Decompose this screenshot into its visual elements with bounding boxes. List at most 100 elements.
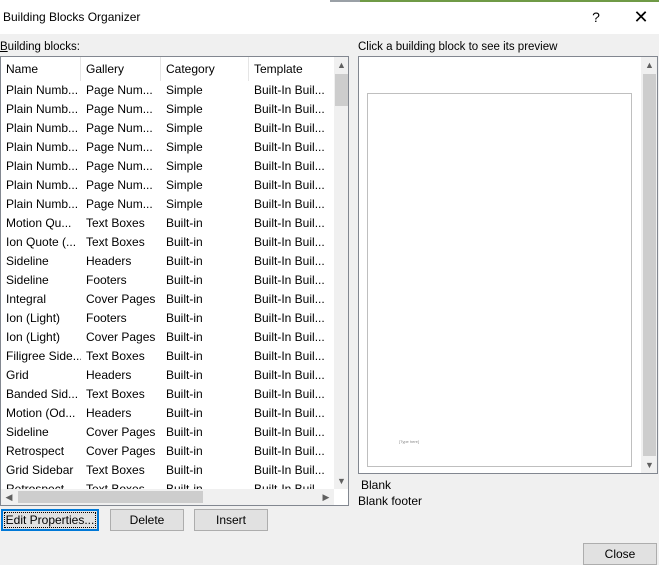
table-row[interactable]: Sideline Footers Built-in Built-In Buil... [1,271,334,290]
preview-vertical-thumb[interactable] [643,74,656,456]
cell-category: Built-in [166,235,203,249]
cell-gallery: Text Boxes [86,482,145,489]
close-icon[interactable]: ✕ [623,6,659,28]
list-horizontal-thumb[interactable] [18,491,203,503]
cell-category: Built-in [166,292,203,306]
cell-gallery: Page Num... [86,159,153,173]
cell-gallery: Cover Pages [86,425,156,439]
cell-name: Plain Numb... [6,197,79,211]
cell-name: Integral [6,292,47,306]
cell-template: Built-In Buil... [254,368,325,382]
building-blocks-list[interactable]: Name Gallery Category Template Plain Num… [0,56,349,506]
chevron-up-icon[interactable]: ▲ [641,57,657,73]
cell-category: Built-in [166,216,203,230]
table-row[interactable]: Plain Numb... Page Num... Simple Built-In B… [1,119,334,138]
cell-category: Simple [166,83,203,97]
cell-name: Plain Numb... [6,140,79,154]
table-row[interactable]: Motion (Od... Headers Built-in Built-In Bui… [1,404,334,423]
cell-category: Built-in [166,311,203,325]
cell-name: Sideline [6,273,49,287]
cell-template: Built-In Buil... [254,406,325,420]
preview-pane: [Type here] ▲ ▼ [358,56,658,474]
table-row[interactable]: Motion Qu... Text Boxes Built-in Built-In B… [1,214,334,233]
chevron-down-icon[interactable]: ▼ [334,473,348,489]
cell-name: Motion Qu... [6,216,72,230]
cell-name: Sideline [6,425,49,439]
cell-template: Built-In Buil... [254,216,325,230]
table-row[interactable]: Retrospect Cover Pages Built-in Built-In Bu… [1,442,334,461]
table-row[interactable]: Retrospect Text Boxes Built-in Built-In Bui… [1,480,334,489]
cell-category: Built-in [166,254,203,268]
table-row[interactable]: Ion (Light) Cover Pages Built-in Built-In B… [1,328,334,347]
cell-name: Grid Sidebar [6,463,74,477]
list-header: Name Gallery Category Template [1,57,334,81]
delete-button[interactable]: Delete [110,509,184,531]
list-vertical-thumb[interactable] [335,74,348,106]
preview-vertical-scrollbar[interactable]: ▲ ▼ [641,57,657,473]
cell-gallery: Text Boxes [86,216,145,230]
list-vertical-scrollbar[interactable]: ▲ ▼ [334,57,348,489]
cell-template: Built-In Buil... [254,444,325,458]
help-button[interactable]: ? [578,6,614,28]
table-row[interactable]: Ion Quote (... Text Boxes Built-in Built-In… [1,233,334,252]
cell-category: Simple [166,121,203,135]
cell-category: Built-in [166,406,203,420]
cell-gallery: Page Num... [86,83,153,97]
cell-template: Built-In Buil... [254,425,325,439]
cell-category: Built-in [166,463,203,477]
table-row[interactable]: Sideline Headers Built-in Built-In Buil... [1,252,334,271]
cell-gallery: Headers [86,406,132,420]
cell-template: Built-In Buil... [254,292,325,306]
cell-gallery: Headers [86,254,132,268]
cell-category: Built-in [166,368,203,382]
list-rows: Plain Numb... Page Num... Simple Built-In B… [1,81,334,489]
chevron-left-icon[interactable]: ◀ [1,489,17,505]
table-row[interactable]: Plain Numb... Page Num... Simple Built-In B… [1,138,334,157]
list-horizontal-scrollbar[interactable]: ◀ ▶ [1,489,334,505]
table-row[interactable]: Plain Numb... Page Num... Simple Built-In B… [1,157,334,176]
chevron-up-icon[interactable]: ▲ [334,57,348,73]
table-row[interactable]: Banded Sid... Text Boxes Built-in Built-In … [1,385,334,404]
edit-properties-button[interactable]: Edit Properties... [1,509,99,531]
cell-template: Built-In Buil... [254,121,325,135]
column-header-template[interactable]: Template [249,57,334,81]
insert-button[interactable]: Insert [194,509,268,531]
preview-footer-placeholder: [Type here] [399,439,420,444]
cell-gallery: Text Boxes [86,349,145,363]
cell-template: Built-In Buil... [254,311,325,325]
table-row[interactable]: Sideline Cover Pages Built-in Built-In Buil… [1,423,334,442]
cell-name: Banded Sid... [6,387,79,401]
cell-template: Built-In Buil... [254,197,325,211]
cell-name: Ion Quote (... [6,235,77,249]
cell-gallery: Cover Pages [86,444,156,458]
title-accent-gray [330,0,360,2]
table-row[interactable]: Integral Cover Pages Built-in Built-In Buil… [1,290,334,309]
column-header-name[interactable]: Name [1,57,81,81]
chevron-right-icon[interactable]: ▶ [318,489,334,505]
column-header-category[interactable]: Category [161,57,249,81]
cell-name: Plain Numb... [6,102,79,116]
cell-name: Ion (Light) [6,311,61,325]
close-button[interactable]: Close [583,543,657,565]
table-row[interactable]: Plain Numb... Page Num... Simple Built-In B… [1,100,334,119]
cell-category: Built-in [166,425,203,439]
cell-name: Grid [6,368,29,382]
table-row[interactable]: Grid Sidebar Text Boxes Built-in Built-In B… [1,461,334,480]
table-row[interactable]: Plain Numb... Page Num... Simple Built-In B… [1,176,334,195]
cell-template: Built-In Buil... [254,83,325,97]
cell-template: Built-In Buil... [254,482,325,489]
chevron-down-icon[interactable]: ▼ [641,457,657,473]
table-row[interactable]: Ion (Light) Footers Built-in Built-In Buil.… [1,309,334,328]
table-row[interactable]: Plain Numb... Page Num... Simple Built-In B… [1,81,334,100]
cell-template: Built-In Buil... [254,387,325,401]
table-row[interactable]: Grid Headers Built-in Built-In Buil... [1,366,334,385]
cell-gallery: Page Num... [86,197,153,211]
table-row[interactable]: Plain Numb... Page Num... Simple Built-In B… [1,195,334,214]
cell-name: Plain Numb... [6,178,79,192]
cell-template: Built-In Buil... [254,235,325,249]
cell-name: Filigree Side... [6,349,81,363]
column-header-gallery[interactable]: Gallery [81,57,161,81]
cell-category: Simple [166,102,203,116]
cell-template: Built-In Buil... [254,178,325,192]
table-row[interactable]: Filigree Side... Text Boxes Built-in Built-… [1,347,334,366]
